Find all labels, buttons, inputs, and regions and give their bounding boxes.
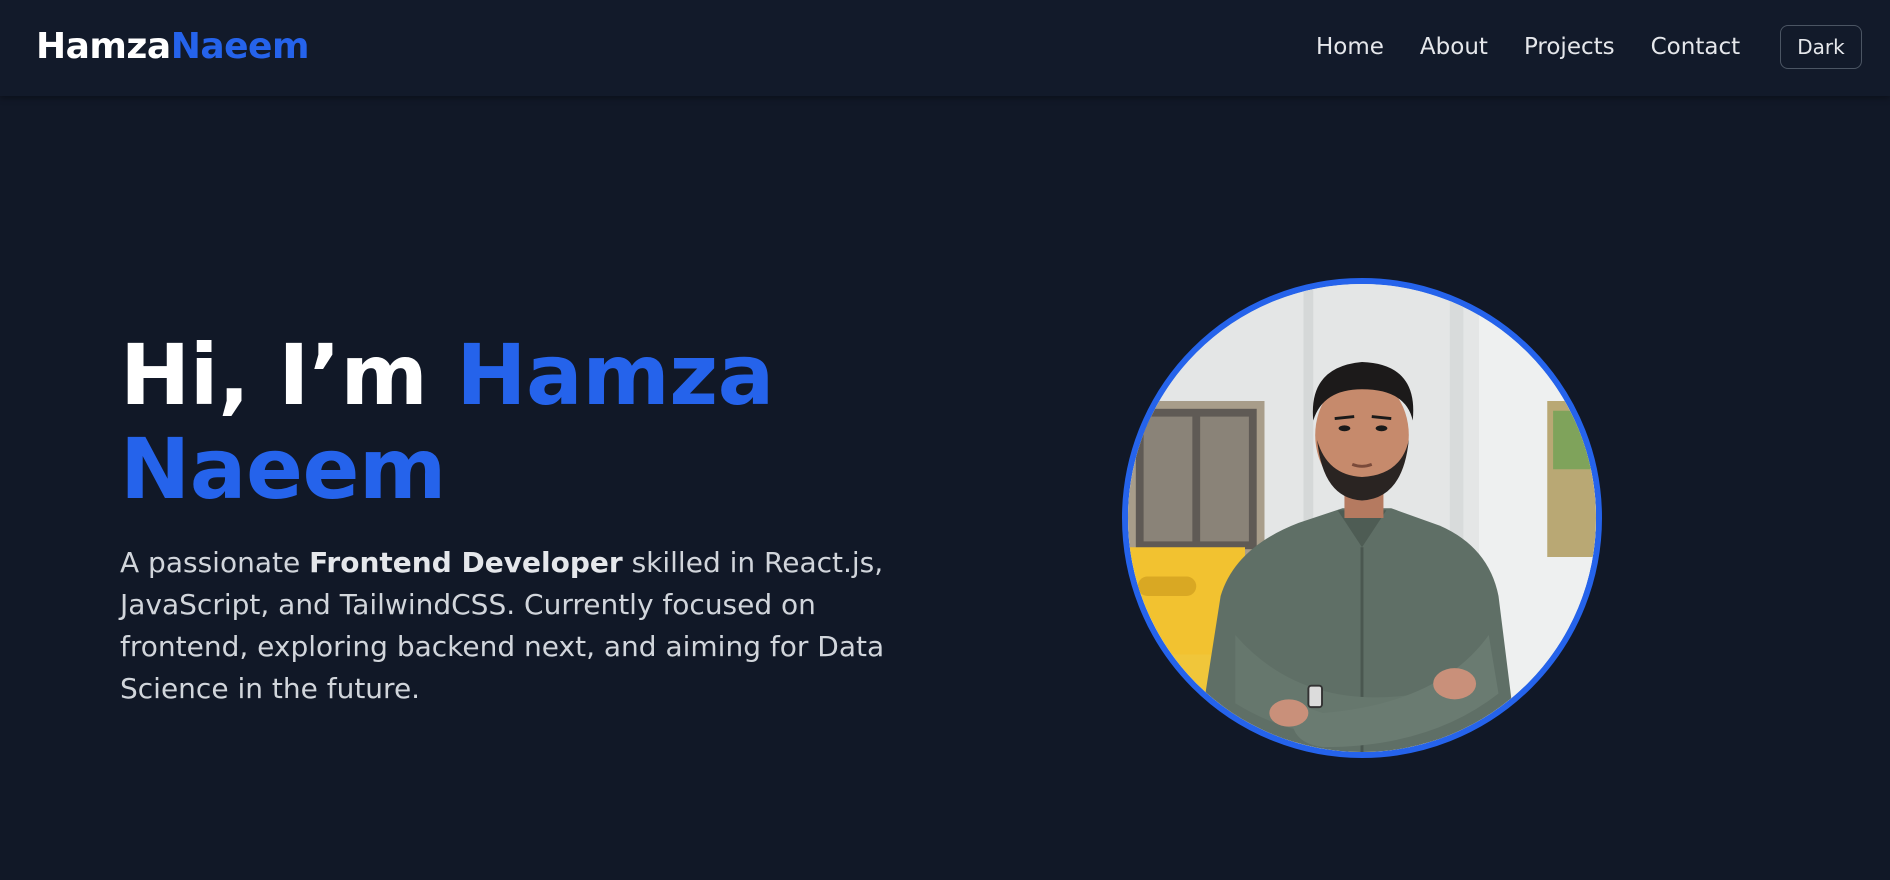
hero-desc-role: Frontend Developer xyxy=(309,546,623,579)
hero-description: A passionate Frontend Developer skilled … xyxy=(120,542,920,710)
hero-name-last: Naeem xyxy=(120,420,446,518)
nav-home-link[interactable]: Home xyxy=(1316,30,1384,64)
nav-links: Home About Projects Contact xyxy=(1316,30,1740,64)
nav-about-link[interactable]: About xyxy=(1420,30,1488,64)
logo[interactable]: HamzaNaeem xyxy=(36,27,309,67)
profile-photo-illustration xyxy=(1128,284,1596,752)
hero-greeting: Hi, I’m xyxy=(120,326,428,424)
hero-name-first: Hamza xyxy=(456,326,774,424)
profile-photo xyxy=(1122,278,1602,758)
nav-projects-link[interactable]: Projects xyxy=(1524,30,1615,64)
theme-toggle-button[interactable]: Dark xyxy=(1780,25,1862,69)
logo-last-name: Naeem xyxy=(170,26,310,67)
nav-contact-link[interactable]: Contact xyxy=(1651,30,1740,64)
hero-title: Hi, I’m Hamza Naeem xyxy=(120,328,774,516)
navbar: HamzaNaeem Home About Projects Contact D… xyxy=(0,0,1890,96)
logo-first-name: Hamza xyxy=(36,26,171,67)
hero-desc-intro: A passionate xyxy=(120,546,310,579)
